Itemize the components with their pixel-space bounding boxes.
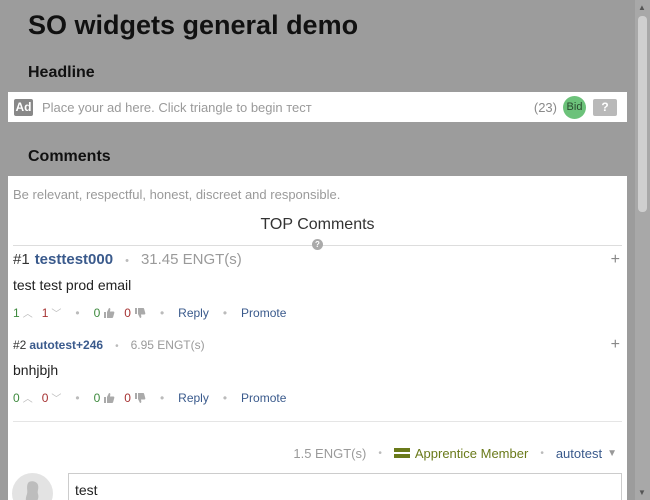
thumbs-down-icon[interactable] <box>134 307 146 319</box>
avatar-icon <box>25 481 39 500</box>
comment-2-actions: 0 ︿ 0 ﹀ • 0 0 • Reply • Promote <box>13 390 286 406</box>
user-menu[interactable]: autotest <box>556 446 602 461</box>
like-count: 0 <box>93 390 101 405</box>
page-title: SO widgets general demo <box>28 10 359 40</box>
separator-dot: • <box>75 390 80 405</box>
chevron-up-icon[interactable]: ︿ <box>23 305 33 320</box>
plus-icon[interactable]: + <box>611 336 620 354</box>
dislike-count: 0 <box>124 390 131 405</box>
promote-link[interactable]: Promote <box>241 306 286 320</box>
member-badge-icon <box>393 448 410 458</box>
composer-meta: 1.5 ENGT(s) • Apprentice Member • autote… <box>293 446 617 461</box>
separator-dot: • <box>159 390 165 405</box>
ad-bar[interactable]: Ad Place your ad here. Click triangle to… <box>8 92 627 122</box>
plus-icon[interactable]: + <box>611 251 620 269</box>
chevron-up-icon[interactable]: ︿ <box>23 390 33 405</box>
dislike-count: 0 <box>124 305 131 320</box>
comments-title: Comments <box>28 148 111 165</box>
comment-input[interactable] <box>68 473 622 500</box>
avatar <box>12 473 53 500</box>
comment-2-header: #2 autotest+246 • 6.95 ENGT(s) <box>13 338 205 352</box>
comment-engt: 31.45 ENGT(s) <box>140 251 242 268</box>
comment-rank: #2 <box>13 338 27 352</box>
scroll-down-icon[interactable]: ▼ <box>638 488 646 497</box>
composer-engt: 1.5 ENGT(s) <box>293 446 367 461</box>
comment-author[interactable]: testtest000 <box>35 251 113 268</box>
separator-dot: • <box>540 448 544 459</box>
reply-link[interactable]: Reply <box>178 391 209 405</box>
upvote-count: 0 <box>13 390 20 405</box>
comment-1-header: #1 testtest000 • 31.45 ENGT(s) <box>13 251 242 268</box>
promote-link[interactable]: Promote <box>241 391 286 405</box>
scroll-up-icon[interactable]: ▲ <box>638 3 646 12</box>
separator-dot: • <box>115 341 119 352</box>
thumbs-up-icon[interactable] <box>103 392 115 404</box>
ad-help-button[interactable]: ? <box>593 98 617 116</box>
separator-dot: • <box>125 255 129 267</box>
comments-panel: Be relevant, respectful, honest, discree… <box>8 176 627 500</box>
ad-count: (23) <box>533 99 557 115</box>
upvote-count: 1 <box>13 305 20 320</box>
caret-down-icon[interactable]: ▼ <box>607 448 617 459</box>
thumbs-down-icon[interactable] <box>134 392 146 404</box>
scrollbar-thumb[interactable] <box>638 16 647 212</box>
comment-1-actions: 1 ︿ 1 ﹀ • 0 0 • Reply • Promote <box>13 305 286 321</box>
headline-title: Headline <box>28 64 95 81</box>
comment-1-body: test test prod email <box>13 277 132 293</box>
ad-placeholder[interactable]: Place your ad here. Click triangle to be… <box>42 100 534 115</box>
ad-icon: Ad <box>14 98 33 116</box>
comment-engt: 6.95 ENGT(s) <box>130 338 205 352</box>
top-comments-title: TOP Comments <box>260 216 375 233</box>
scrollbar[interactable]: ▲ ▼ <box>635 0 650 500</box>
downvote-count: 0 <box>41 390 49 405</box>
comment-2-body: bnhjbjh <box>13 362 59 378</box>
separator-dot: • <box>222 305 228 320</box>
thumbs-up-icon[interactable] <box>103 307 115 319</box>
member-label: Apprentice Member <box>414 446 529 461</box>
like-count: 0 <box>93 305 101 320</box>
comment-author[interactable]: autotest+246 <box>29 338 103 352</box>
separator-dot: • <box>75 305 80 320</box>
bid-button[interactable]: Bid <box>563 95 586 119</box>
separator-dot: • <box>378 448 382 459</box>
comment-rank: #1 <box>13 251 30 268</box>
member-status: Apprentice Member <box>393 446 529 461</box>
separator-dot: • <box>159 305 165 320</box>
separator-dot: • <box>222 390 228 405</box>
chevron-down-icon[interactable]: ﹀ <box>51 305 61 320</box>
help-icon[interactable]: ? <box>312 239 323 250</box>
reply-link[interactable]: Reply <box>178 306 209 320</box>
downvote-count: 1 <box>41 305 49 320</box>
chevron-down-icon[interactable]: ﹀ <box>51 390 61 405</box>
comments-divider <box>13 421 622 422</box>
comments-rules: Be relevant, respectful, honest, discree… <box>13 187 341 202</box>
